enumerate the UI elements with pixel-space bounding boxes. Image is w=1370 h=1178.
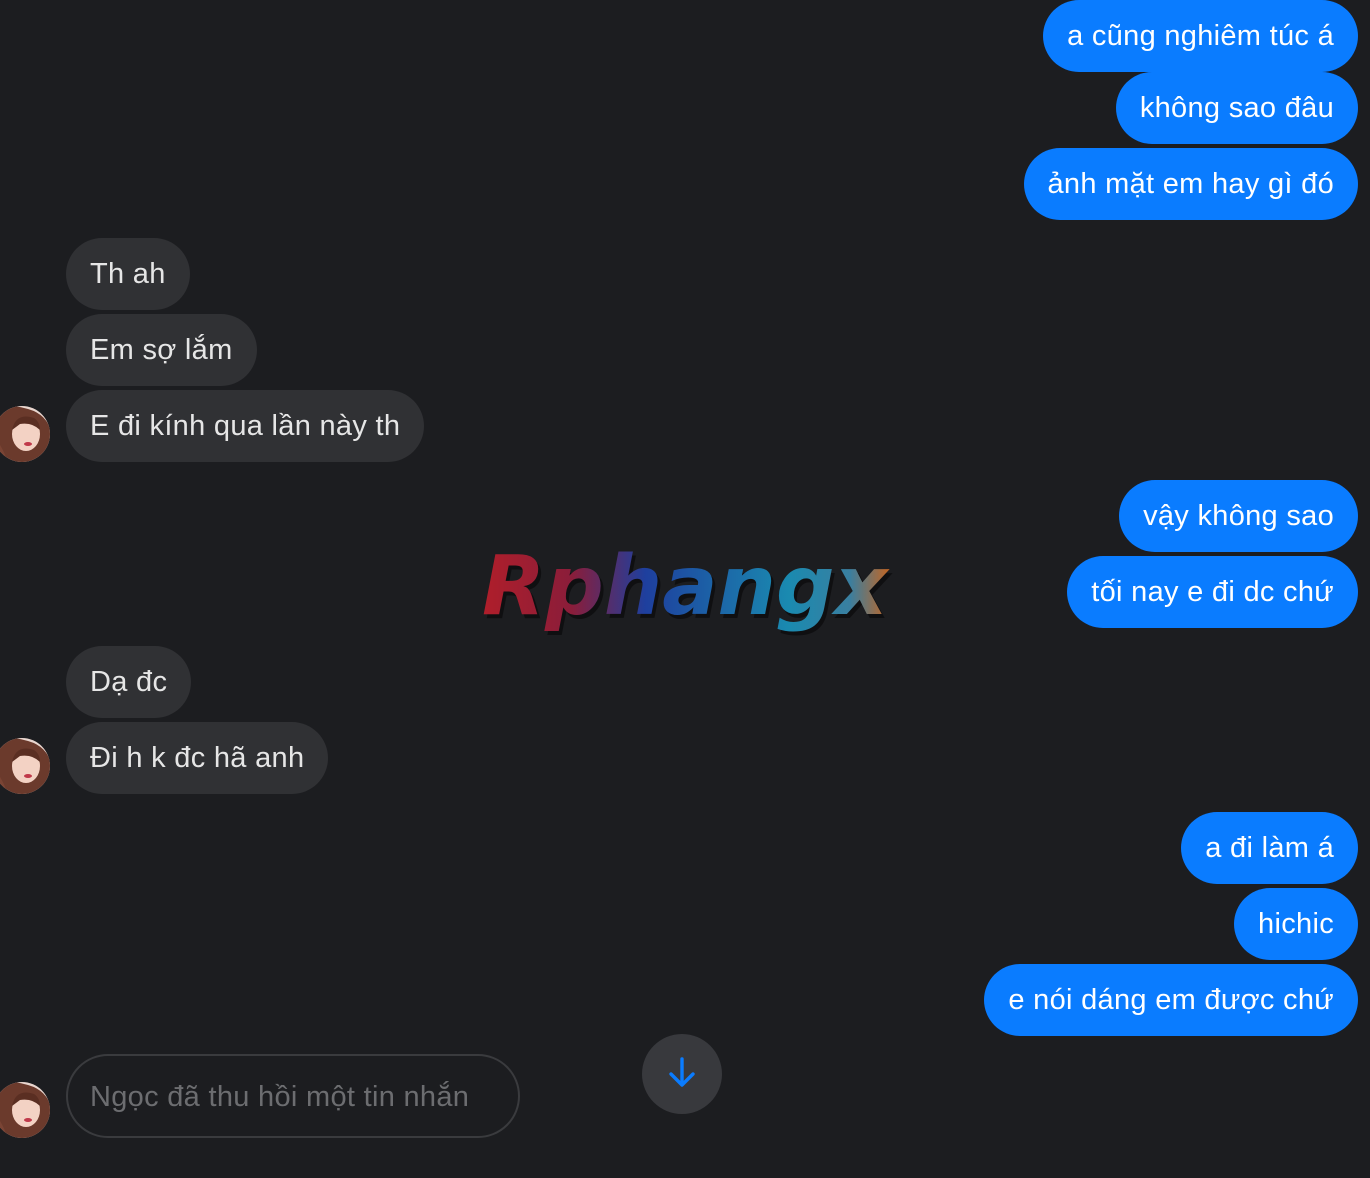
contact-avatar[interactable] (0, 406, 50, 462)
outgoing-message[interactable]: a đi làm á (1181, 812, 1358, 884)
incoming-message[interactable]: Em sợ lắm (66, 314, 257, 386)
svg-text:Rphangx: Rphangx (482, 539, 891, 634)
outgoing-message[interactable]: ảnh mặt em hay gì đó (1023, 148, 1358, 220)
outgoing-message[interactable]: hichic (1234, 888, 1358, 960)
contact-avatar[interactable] (0, 738, 50, 794)
contact-avatar[interactable] (0, 1082, 50, 1138)
arrow-down-icon (662, 1052, 702, 1097)
incoming-message[interactable]: Th ah (66, 238, 190, 310)
incoming-message[interactable]: Dạ đc (66, 646, 192, 718)
recalled-message-notice: Ngọc đã thu hồi một tin nhắn (66, 1054, 520, 1138)
outgoing-message[interactable]: tối nay e đi dc chứ (1067, 556, 1358, 628)
incoming-message[interactable]: Đi h k đc hã anh (66, 722, 329, 794)
outgoing-message[interactable]: e nói dáng em được chứ (984, 964, 1358, 1036)
outgoing-message[interactable]: vậy không sao (1119, 480, 1358, 552)
incoming-message[interactable]: E đi kính qua lần này th (66, 390, 425, 462)
watermark-logo: Rphangx Rphangx (478, 538, 898, 638)
outgoing-message[interactable]: không sao đâu (1115, 72, 1358, 144)
scroll-to-bottom-button[interactable] (642, 1034, 722, 1114)
outgoing-message[interactable]: a cũng nghiêm túc á (1043, 0, 1358, 72)
